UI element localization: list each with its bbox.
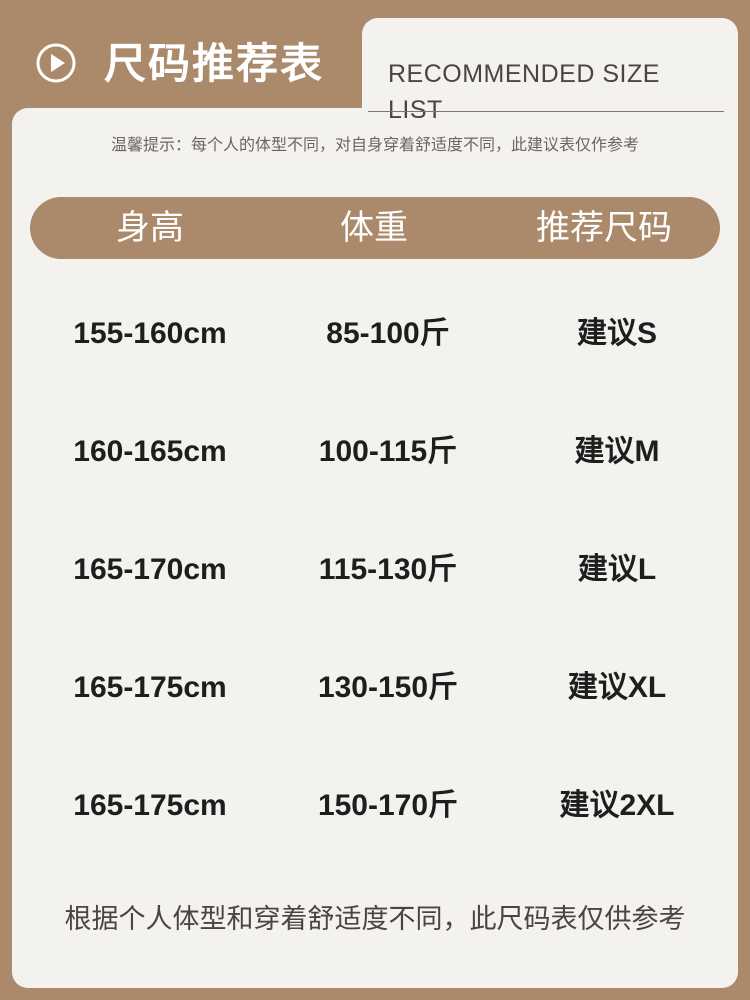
cell-weight: 100-115斤 bbox=[318, 435, 458, 468]
tip-text: 温馨提示：每个人的体型不同，对自身穿着舒适度不同，此建议表仅作参考 bbox=[110, 135, 639, 154]
column-header-size: 推荐尺码 bbox=[536, 208, 672, 248]
cell-weight: 85-100斤 bbox=[326, 317, 450, 350]
cell-size: 建议XL bbox=[567, 671, 667, 704]
page-subtitle: RECOMMENDED SIZE LIST bbox=[388, 60, 660, 124]
cell-weight: 150-170斤 bbox=[317, 789, 459, 822]
cell-height: 165-175cm bbox=[73, 671, 227, 704]
column-header-height: 身高 bbox=[116, 208, 184, 248]
cell-size: 建议S bbox=[576, 317, 657, 350]
footer-note: 根据个人体型和穿着舒适度不同，此尺码表仅供参考 bbox=[64, 904, 686, 935]
play-circle-icon bbox=[36, 43, 76, 83]
cell-height: 160-165cm bbox=[73, 435, 227, 468]
cell-size: 建议2XL bbox=[559, 789, 675, 822]
cell-size: 建议M bbox=[574, 435, 660, 468]
column-header-weight: 体重 bbox=[340, 208, 408, 248]
cell-height: 165-175cm bbox=[73, 789, 227, 822]
cell-size: 建议L bbox=[577, 553, 657, 586]
cell-weight: 115-130斤 bbox=[318, 553, 458, 586]
cell-height: 165-170cm bbox=[73, 553, 227, 586]
cell-weight: 130-150斤 bbox=[317, 671, 459, 704]
page-title: 尺码推荐表 bbox=[104, 39, 325, 88]
cell-height: 155-160cm bbox=[73, 317, 227, 350]
subtitle-divider bbox=[368, 111, 724, 112]
table-header: 身高 体重 推荐尺码 bbox=[30, 197, 720, 259]
